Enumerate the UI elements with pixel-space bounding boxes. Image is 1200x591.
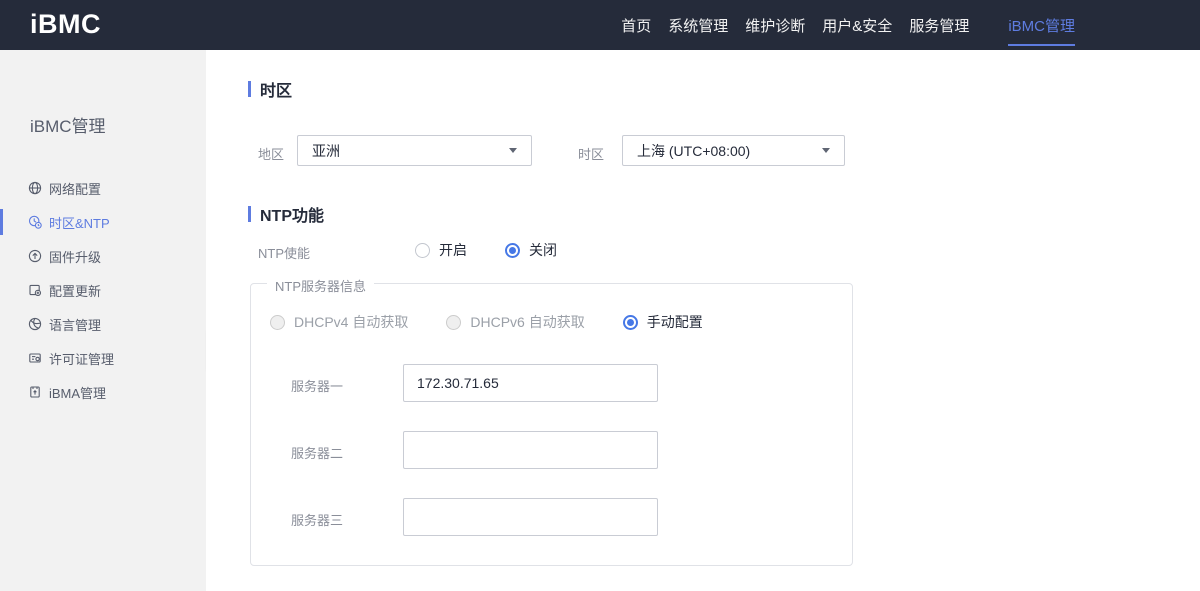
- sidebar-item-label: 网络配置: [49, 181, 102, 197]
- network-globe-icon: [27, 181, 42, 196]
- region-label: 地区: [258, 147, 285, 162]
- section-accent-bar: [248, 206, 251, 222]
- sidebar-item-label: 语言管理: [49, 317, 102, 333]
- sidebar-item-label: 许可证管理: [49, 351, 115, 367]
- timezone-section-header: 时区: [248, 77, 292, 101]
- radio-circle-icon: [622, 314, 638, 330]
- dhcpv6-auto-radio: DHCPv6 自动获取: [446, 312, 585, 332]
- sidebar: iBMC管理 网络配置 时区&NTP 固件升级 配置更新 语言管理 许可证管理 …: [0, 50, 206, 591]
- ntp-server-group: NTP服务器信息 DHCPv4 自动获取 DHCPv6 自动获取 手动配置 服务…: [250, 276, 853, 566]
- sidebar-item-timezone-ntp[interactable]: 时区&NTP: [0, 205, 206, 239]
- section-accent-bar: [248, 81, 251, 97]
- ntp-server-mode-radio-group: DHCPv4 自动获取 DHCPv6 自动获取 手动配置: [270, 312, 703, 332]
- sidebar-item-config-update[interactable]: 配置更新: [0, 273, 206, 307]
- server3-label: 服务器三: [291, 513, 344, 528]
- sidebar-item-firmware-upgrade[interactable]: 固件升级: [0, 239, 206, 273]
- sidebar-item-label: 时区&NTP: [49, 215, 110, 231]
- radio-label: 开启: [439, 242, 467, 258]
- main-content: 时区 地区 亚洲 时区 上海 (UTC+08:00) NTP功能 NTP使能 开…: [206, 50, 1200, 591]
- nav-item-service[interactable]: 服务管理: [909, 0, 969, 50]
- sidebar-item-license[interactable]: 许可证管理: [0, 341, 206, 375]
- server3-input[interactable]: [403, 498, 658, 536]
- radio-label: DHCPv6 自动获取: [470, 314, 585, 330]
- sidebar-item-label: 配置更新: [49, 283, 102, 299]
- server2-input[interactable]: [403, 431, 658, 469]
- sidebar-item-ibma[interactable]: iBMA管理: [0, 375, 206, 409]
- nav-item-home[interactable]: 首页: [621, 0, 651, 50]
- timezone-select[interactable]: 上海 (UTC+08:00): [622, 135, 845, 166]
- nav-item-ibmc-management[interactable]: iBMC管理: [1008, 0, 1075, 50]
- server1-label: 服务器一: [291, 379, 344, 394]
- radio-circle-icon: [415, 242, 430, 258]
- sidebar-item-language[interactable]: 语言管理: [0, 307, 206, 341]
- server2-label: 服务器二: [291, 446, 344, 461]
- license-icon: [27, 351, 42, 366]
- region-select-value: 亚洲: [312, 142, 340, 159]
- ntp-server-group-legend: NTP服务器信息: [267, 276, 375, 295]
- nav-item-system[interactable]: 系统管理: [668, 0, 728, 50]
- ntp-enable-off-radio[interactable]: 关闭: [505, 240, 557, 260]
- radio-label: DHCPv4 自动获取: [294, 314, 409, 330]
- ntp-enable-on-radio[interactable]: 开启: [415, 240, 467, 260]
- top-header: iBMC 首页 系统管理 维护诊断 用户&安全 服务管理 iBMC管理: [0, 0, 1200, 50]
- chevron-down-icon: [822, 148, 830, 153]
- sidebar-menu: 网络配置 时区&NTP 固件升级 配置更新 语言管理 许可证管理 iBMA管理: [0, 171, 206, 409]
- firmware-upgrade-icon: [27, 249, 42, 264]
- radio-circle-icon: [446, 314, 462, 330]
- dhcpv4-auto-radio: DHCPv4 自动获取: [270, 312, 408, 332]
- top-nav: 首页 系统管理 维护诊断 用户&安全 服务管理 iBMC管理: [621, 0, 1075, 50]
- ntp-enable-label: NTP使能: [258, 246, 311, 261]
- timezone-clock-icon: [27, 215, 42, 230]
- timezone-select-value: 上海 (UTC+08:00): [637, 142, 751, 159]
- config-update-icon: [27, 283, 42, 298]
- timezone-label: 时区: [578, 147, 605, 162]
- sidebar-item-network-config[interactable]: 网络配置: [0, 171, 206, 205]
- radio-circle-icon: [270, 314, 285, 330]
- nav-item-user-security[interactable]: 用户&安全: [822, 0, 892, 50]
- sidebar-item-label: 固件升级: [49, 249, 102, 265]
- ibma-icon: [27, 385, 42, 400]
- ntp-section-title: NTP功能: [260, 208, 325, 225]
- nav-item-maintenance[interactable]: 维护诊断: [745, 0, 805, 50]
- server1-input[interactable]: [403, 364, 658, 402]
- radio-label: 手动配置: [646, 314, 703, 330]
- ntp-enable-radio-group: 开启 关闭: [415, 240, 557, 260]
- ibmc-logo: iBMC: [30, 9, 101, 39]
- chevron-down-icon: [509, 148, 517, 153]
- language-icon: [27, 317, 42, 332]
- sidebar-title: iBMC管理: [30, 117, 106, 136]
- manual-config-radio[interactable]: 手动配置: [622, 312, 703, 332]
- ibmc-app: iBMC 首页 系统管理 维护诊断 用户&安全 服务管理 iBMC管理 iBMC…: [0, 0, 1200, 591]
- radio-circle-icon: [505, 242, 520, 258]
- timezone-section-title: 时区: [260, 83, 293, 100]
- sidebar-item-label: iBMA管理: [49, 385, 107, 401]
- region-select[interactable]: 亚洲: [297, 135, 532, 166]
- ntp-section-header: NTP功能: [248, 202, 324, 226]
- radio-label: 关闭: [529, 242, 557, 258]
